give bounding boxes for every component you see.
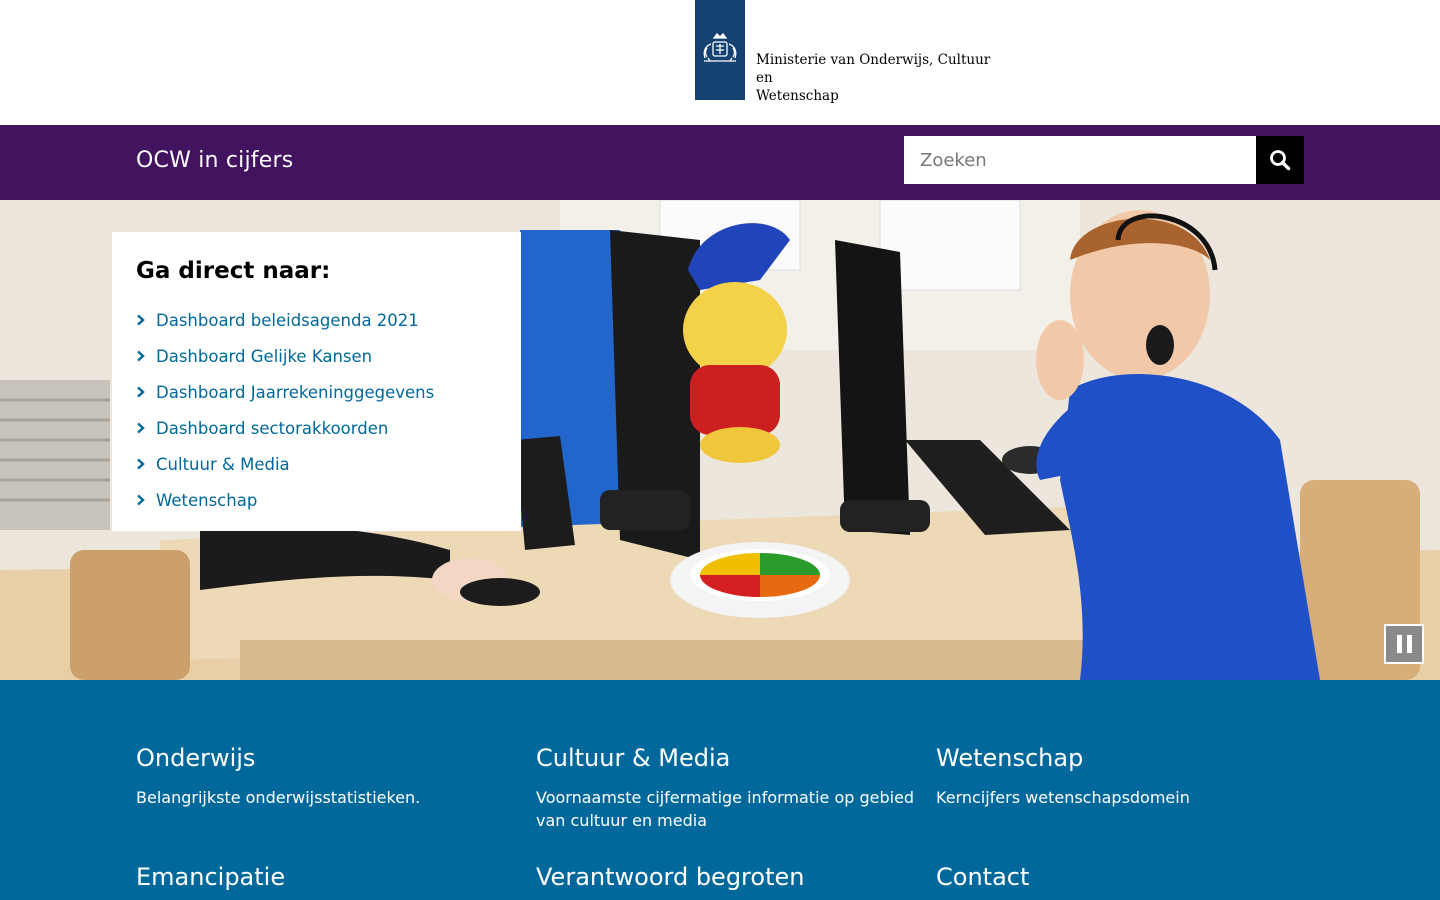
tile-wetenschap[interactable]: Wetenschap Kerncijfers wetenschapsdomein bbox=[936, 744, 1316, 809]
quick-link-wetenschap[interactable]: Wetenschap bbox=[156, 491, 257, 510]
quick-link-dashboard-sectorakkoorden[interactable]: Dashboard sectorakkoorden bbox=[156, 419, 388, 438]
quick-link-dashboard-jaarrekeninggegevens[interactable]: Dashboard Jaarrekeninggegevens bbox=[156, 383, 434, 402]
chevron-right-icon bbox=[136, 312, 156, 328]
chevron-right-icon bbox=[136, 420, 156, 436]
quick-link-dashboard-gelijke-kansen[interactable]: Dashboard Gelijke Kansen bbox=[156, 347, 372, 366]
tile-title[interactable]: Onderwijs bbox=[136, 744, 516, 772]
coat-of-arms-icon bbox=[703, 33, 737, 62]
chevron-right-icon bbox=[136, 348, 156, 364]
chevron-right-icon bbox=[136, 492, 156, 508]
site-title[interactable]: OCW in cijfers bbox=[136, 148, 293, 173]
tile-description: Kerncijfers wetenschapsdomein bbox=[936, 788, 1190, 807]
tile-description: Voornaamste cijfermatige informatie op g… bbox=[536, 788, 915, 830]
quick-link-item: Dashboard Gelijke Kansen bbox=[136, 338, 497, 374]
tile-title[interactable]: Wetenschap bbox=[936, 744, 1316, 772]
tile-cultuur-media[interactable]: Cultuur & Media Voornaamste cijfermatige… bbox=[536, 744, 916, 832]
tile-onderwijs[interactable]: Onderwijs Belangrijkste onderwijsstatist… bbox=[136, 744, 516, 809]
quick-links-title: Ga direct naar: bbox=[136, 258, 331, 284]
ministry-name-line1: Ministerie van Onderwijs, Cultuur en bbox=[756, 52, 991, 86]
quick-link-cultuur-media[interactable]: Cultuur & Media bbox=[156, 455, 290, 474]
tile-title[interactable]: Emancipatie bbox=[136, 863, 516, 891]
search-input[interactable] bbox=[904, 136, 1256, 184]
tile-emancipatie[interactable]: Emancipatie bbox=[136, 863, 516, 900]
tile-description: Belangrijkste onderwijsstatistieken. bbox=[136, 788, 421, 807]
logo-header: Ministerie van Onderwijs, Cultuur en Wet… bbox=[0, 0, 1440, 125]
pause-icon-bar bbox=[1406, 635, 1412, 653]
quick-link-item: Cultuur & Media bbox=[136, 446, 497, 482]
quick-link-dashboard-beleidsagenda[interactable]: Dashboard beleidsagenda 2021 bbox=[156, 311, 419, 330]
tile-title[interactable]: Contact bbox=[936, 863, 1316, 891]
quick-links-panel: Ga direct naar: Dashboard beleidsagenda … bbox=[112, 232, 521, 531]
search-button[interactable] bbox=[1256, 136, 1304, 184]
tile-title[interactable]: Cultuur & Media bbox=[536, 744, 916, 772]
quick-links-list: Dashboard beleidsagenda 2021 Dashboard G… bbox=[136, 302, 497, 518]
ministry-name-line2: Wetenschap bbox=[756, 88, 839, 104]
tile-verantwoord-begroten[interactable]: Verantwoord begroten bbox=[536, 863, 916, 900]
quick-link-item: Dashboard Jaarrekeninggegevens bbox=[136, 374, 497, 410]
quick-link-item: Dashboard sectorakkoorden bbox=[136, 410, 497, 446]
quick-link-item: Wetenschap bbox=[136, 482, 497, 518]
carousel-pause-button[interactable] bbox=[1384, 624, 1424, 664]
tile-title[interactable]: Verantwoord begroten bbox=[536, 863, 916, 891]
chevron-right-icon bbox=[136, 384, 156, 400]
search-icon bbox=[1270, 150, 1291, 171]
ministry-logo[interactable] bbox=[695, 0, 745, 100]
tile-contact[interactable]: Contact bbox=[936, 863, 1316, 900]
pause-icon bbox=[1396, 635, 1402, 653]
quick-link-item: Dashboard beleidsagenda 2021 bbox=[136, 302, 497, 338]
topic-tiles-section: Onderwijs Belangrijkste onderwijsstatist… bbox=[0, 680, 1440, 900]
chevron-right-icon bbox=[136, 456, 156, 472]
ministry-name: Ministerie van Onderwijs, Cultuur en Wet… bbox=[756, 51, 1006, 105]
